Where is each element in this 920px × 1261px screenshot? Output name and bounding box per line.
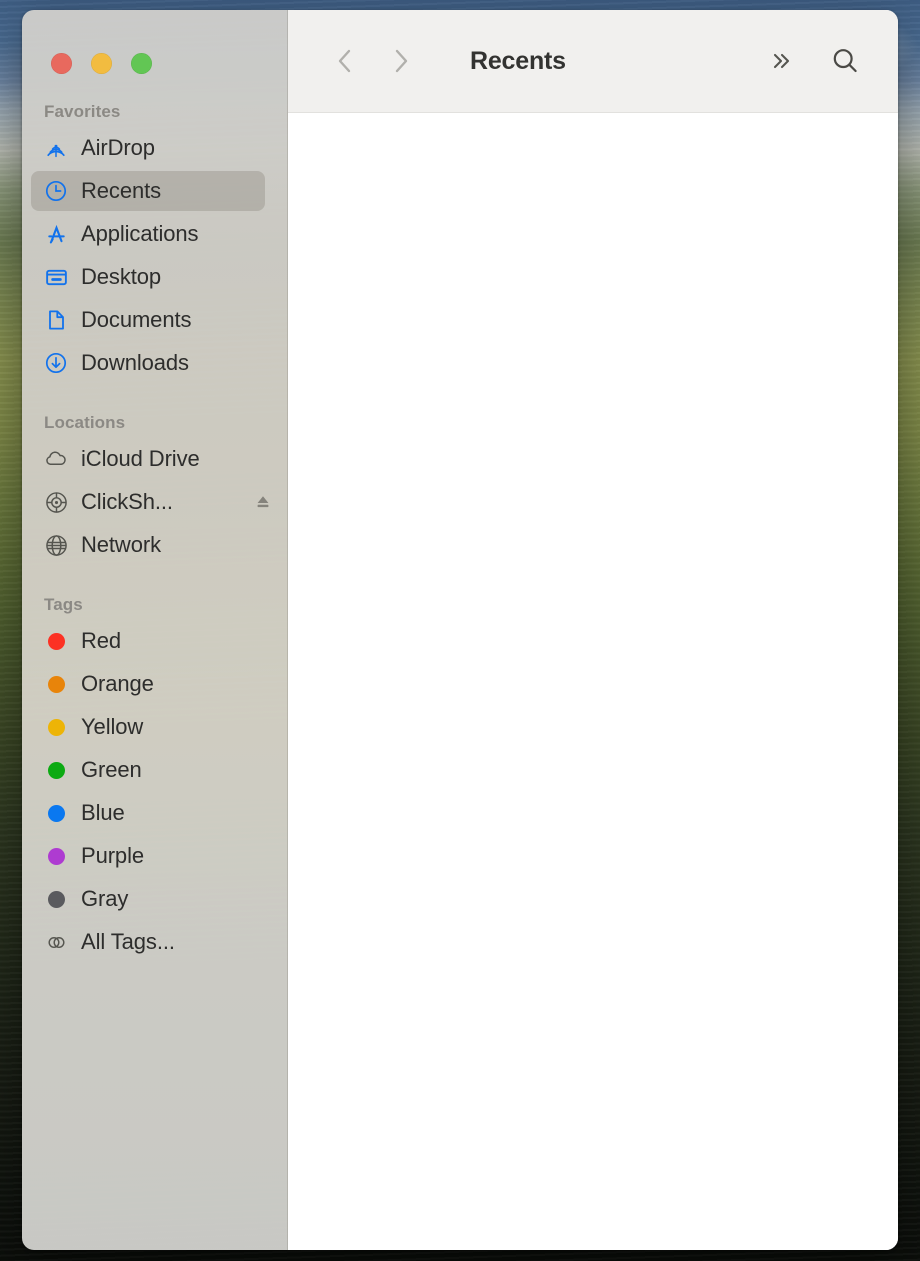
app-store-icon — [43, 221, 69, 247]
file-list-content-area[interactable] — [288, 113, 898, 1250]
sidebar-item-tag-blue[interactable]: Blue — [31, 793, 265, 833]
toolbar-actions — [764, 44, 862, 78]
maximize-button[interactable] — [131, 53, 152, 74]
toolbar: Recents — [288, 10, 898, 113]
sidebar-item-label: All Tags... — [81, 929, 175, 954]
sidebar-section-header-tags: Tags — [44, 595, 83, 614]
sidebar-item-tag-green[interactable]: Green — [31, 750, 265, 790]
sidebar-item-icloud-drive[interactable]: iCloud Drive — [31, 439, 265, 479]
sidebar-item-downloads[interactable]: Downloads — [31, 343, 265, 383]
tag-dot-icon — [43, 843, 69, 869]
nav-back-button[interactable] — [326, 42, 364, 80]
sidebar-section-locations: iCloud Drive ClickSh... Network — [22, 439, 287, 565]
sidebar-item-network[interactable]: Network — [31, 525, 265, 565]
sidebar-item-label: Desktop — [81, 264, 162, 289]
document-icon — [43, 307, 69, 333]
sidebar-item-all-tags[interactable]: All Tags... — [31, 922, 265, 962]
sidebar-section-favorites: AirDrop Recents Applications Desktop Doc… — [22, 128, 287, 383]
minimize-button[interactable] — [91, 53, 112, 74]
sidebar-item-clickshare[interactable]: ClickSh... — [31, 482, 269, 522]
sidebar-item-tag-orange[interactable]: Orange — [31, 664, 265, 704]
sidebar-item-label: Downloads — [81, 350, 189, 375]
sidebar-item-label: Purple — [81, 843, 144, 868]
sidebar-section-header-favorites: Favorites — [44, 102, 121, 121]
sidebar-item-recents[interactable]: Recents — [31, 171, 265, 211]
tag-dot-icon — [43, 714, 69, 740]
globe-icon — [43, 532, 69, 558]
tag-dot-icon — [43, 800, 69, 826]
cloud-icon — [43, 446, 69, 472]
sidebar-section-tags: Red Orange Yellow Green Blue Purple Gray… — [22, 621, 287, 962]
sidebar-item-label: Network — [81, 532, 161, 557]
sidebar-item-label: Blue — [81, 800, 125, 825]
tag-dot-icon — [43, 628, 69, 654]
sidebar-item-label: Green — [81, 757, 142, 782]
download-circle-icon — [43, 350, 69, 376]
double-chevron-right-icon[interactable] — [764, 44, 798, 78]
sidebar-item-label: iCloud Drive — [81, 446, 200, 471]
sidebar-item-applications[interactable]: Applications — [31, 214, 265, 254]
sidebar-section-header-locations: Locations — [44, 413, 126, 432]
sidebar-item-documents[interactable]: Documents — [31, 300, 265, 340]
sidebar-item-tag-yellow[interactable]: Yellow — [31, 707, 265, 747]
sidebar-item-label: Recents — [81, 178, 162, 203]
tag-dot-icon — [43, 671, 69, 697]
sidebar-item-desktop[interactable]: Desktop — [31, 257, 265, 297]
page-title: Recents — [470, 46, 566, 75]
sidebar-item-tag-red[interactable]: Red — [31, 621, 265, 661]
tag-dot-icon — [43, 886, 69, 912]
sidebar: Favorites AirDrop Recents Applications D… — [22, 10, 288, 1250]
sidebar-item-label: Documents — [81, 307, 192, 332]
tag-dot-icon — [43, 757, 69, 783]
sidebar-item-label: Yellow — [81, 714, 144, 739]
all-tags-icon — [43, 929, 69, 955]
finder-window: Favorites AirDrop Recents Applications D… — [22, 10, 898, 1250]
sidebar-item-label: ClickSh... — [81, 489, 173, 514]
sidebar-item-airdrop[interactable]: AirDrop — [31, 128, 265, 168]
sidebar-item-label: AirDrop — [81, 135, 155, 160]
sidebar-item-label: Gray — [81, 886, 129, 911]
display-icon — [43, 264, 69, 290]
nav-forward-button[interactable] — [382, 42, 420, 80]
close-button[interactable] — [51, 53, 72, 74]
clock-icon — [43, 178, 69, 204]
sidebar-item-label: Applications — [81, 221, 199, 246]
sidebar-item-label: Red — [81, 628, 122, 653]
desktop-wallpaper: Favorites AirDrop Recents Applications D… — [0, 0, 920, 1261]
window-controls — [22, 10, 287, 74]
sidebar-item-label: Orange — [81, 671, 154, 696]
sidebar-item-tag-purple[interactable]: Purple — [31, 836, 265, 876]
optical-disc-icon — [43, 489, 69, 515]
eject-icon[interactable] — [253, 492, 273, 512]
sidebar-item-tag-gray[interactable]: Gray — [31, 879, 265, 919]
airdrop-icon — [43, 135, 69, 161]
search-icon[interactable] — [828, 44, 862, 78]
main-area: Recents — [288, 10, 898, 1250]
